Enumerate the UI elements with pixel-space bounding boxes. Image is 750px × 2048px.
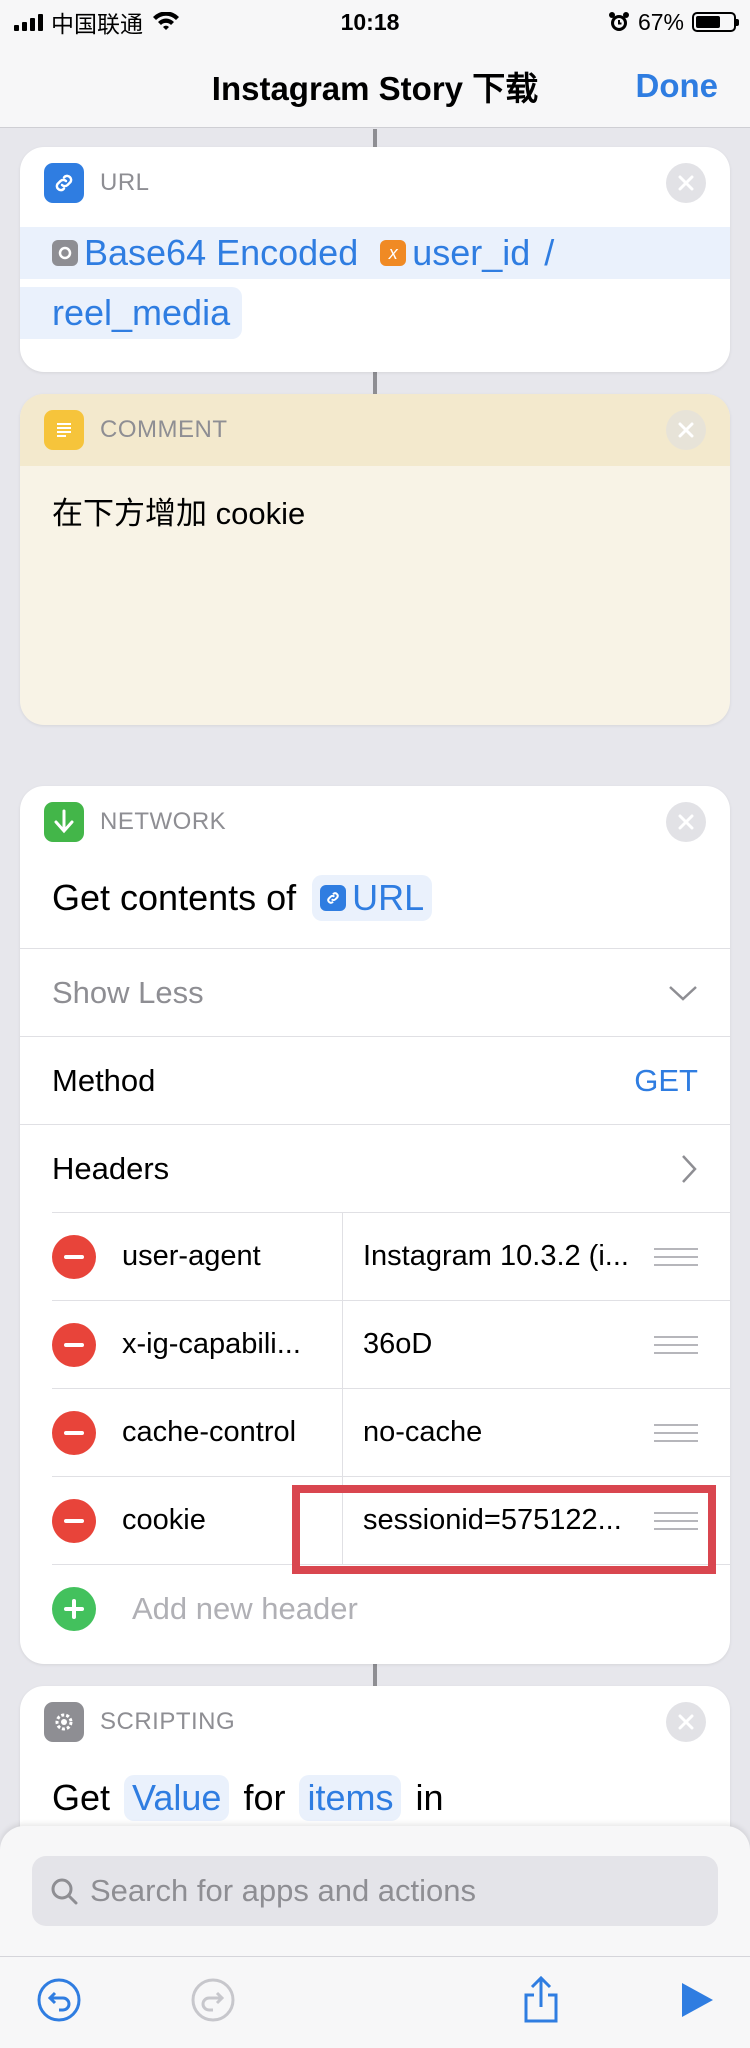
page-title: Instagram Story 下载 (211, 69, 539, 107)
add-header-label: Add new header (132, 1590, 358, 1626)
redo-button[interactable] (188, 1975, 238, 2025)
gear-icon (52, 240, 78, 266)
network-action-card[interactable]: NETWORK Get contents of URL Show Less Me… (20, 786, 730, 1664)
token-label: Base64 Encoded (84, 232, 359, 273)
comment-action-card[interactable]: COMMENT 在下方增加 cookie (20, 394, 730, 725)
method-value[interactable]: GET (634, 1063, 698, 1099)
gear-icon (44, 1702, 84, 1742)
header-value[interactable]: 36oD (363, 1328, 654, 1361)
status-bar: 中国联通 10:18 67% (0, 0, 750, 44)
done-button[interactable]: Done (636, 67, 719, 105)
navigation-bar: Instagram Story 下载 Done (0, 44, 750, 128)
header-key[interactable]: user-agent (122, 1240, 322, 1273)
remove-action-button[interactable] (666, 410, 706, 450)
close-icon (678, 814, 694, 830)
action-text: for (243, 1777, 286, 1818)
undo-icon (37, 1978, 81, 2022)
url-field-line2[interactable]: reel_media (20, 287, 243, 339)
add-header-button[interactable] (52, 1586, 96, 1631)
wifi-icon (153, 12, 179, 30)
reorder-handle-icon[interactable] (654, 1423, 698, 1442)
cellular-signal-icon (14, 13, 43, 31)
headers-row[interactable]: Headers (20, 1124, 730, 1212)
method-row[interactable]: Method GET (20, 1036, 730, 1124)
header-key[interactable]: x-ig-capabili... (122, 1328, 322, 1361)
bottom-toolbar (0, 1956, 750, 2048)
battery-percent: 67% (637, 8, 684, 35)
reorder-handle-icon[interactable] (654, 1247, 698, 1266)
clock: 10:18 (340, 8, 400, 35)
show-less-row[interactable]: Show Less (20, 948, 730, 1036)
search-icon (51, 1878, 78, 1905)
alarm-icon (608, 12, 629, 31)
action-text: Get contents of (52, 877, 297, 918)
header-value[interactable]: no-cache (363, 1416, 654, 1449)
token-label: URL (352, 877, 425, 918)
close-icon (678, 422, 694, 438)
parameter-token-value[interactable]: Value (124, 1775, 230, 1821)
bottom-sheet: Search for apps and actions (0, 1826, 750, 2048)
delete-header-button[interactable] (52, 1322, 96, 1367)
remove-action-button[interactable] (666, 1702, 706, 1742)
header-key[interactable]: cookie (122, 1504, 322, 1537)
battery-icon (692, 12, 739, 32)
url-slash: / (544, 232, 555, 273)
header-value[interactable]: sessionid=575122... (363, 1504, 654, 1537)
run-button[interactable] (672, 1975, 722, 2025)
delete-header-button[interactable] (52, 1498, 96, 1543)
remove-action-button[interactable] (666, 163, 706, 203)
variable-token-base64[interactable]: Base64 Encoded (52, 230, 367, 276)
comment-icon (44, 410, 84, 450)
method-label: Method (52, 1062, 156, 1098)
url-action-card[interactable]: URL Base64 Encoded x user_id / reel_medi… (20, 147, 730, 372)
play-icon (682, 1983, 713, 2017)
search-input[interactable]: Search for apps and actions (32, 1856, 718, 1926)
card-category: NETWORK (100, 808, 227, 835)
headers-label: Headers (52, 1150, 170, 1186)
header-row: cache-control no-cache (52, 1388, 730, 1477)
url-text: reel_media (52, 292, 231, 333)
action-text: Get (52, 1777, 111, 1818)
link-icon (44, 163, 84, 203)
header-row: cookie sessionid=575122... (52, 1476, 730, 1565)
card-category: SCRIPTING (100, 1708, 236, 1735)
chevron-down-icon (669, 985, 697, 1001)
comment-text[interactable]: 在下方增加 cookie (20, 466, 730, 555)
flow-connector (373, 129, 377, 147)
variable-token-user-id[interactable]: x user_id (372, 230, 539, 276)
header-row: x-ig-capabili... 36oD (52, 1300, 730, 1389)
variable-token-url[interactable]: URL (312, 875, 433, 921)
reorder-handle-icon[interactable] (654, 1511, 698, 1530)
delete-header-button[interactable] (52, 1234, 96, 1279)
share-icon (524, 1975, 558, 2023)
url-field[interactable]: Base64 Encoded x user_id / (20, 227, 730, 279)
reorder-handle-icon[interactable] (654, 1335, 698, 1354)
action-text: in (415, 1777, 444, 1818)
token-label: user_id (412, 232, 531, 273)
chevron-right-icon (682, 1154, 697, 1183)
header-row: user-agent Instagram 10.3.2 (i... (52, 1212, 730, 1301)
card-category: COMMENT (100, 416, 228, 443)
download-icon (44, 802, 84, 842)
header-value[interactable]: Instagram 10.3.2 (i... (363, 1240, 654, 1273)
flow-connector (373, 372, 377, 394)
undo-button[interactable] (34, 1975, 84, 2025)
parameter-token-items[interactable]: items (299, 1775, 402, 1821)
share-button[interactable] (516, 1975, 566, 2025)
carrier-label: 中国联通 (51, 11, 143, 37)
show-less-label: Show Less (52, 974, 204, 1010)
remove-action-button[interactable] (666, 802, 706, 842)
redo-icon (191, 1978, 235, 2022)
flow-connector (373, 1664, 377, 1686)
action-summary: Get contents of URL (20, 858, 730, 938)
close-icon (678, 1714, 694, 1730)
header-key[interactable]: cache-control (122, 1416, 322, 1449)
search-placeholder: Search for apps and actions (90, 1873, 477, 1908)
card-category: URL (100, 169, 150, 196)
variable-icon: x (380, 240, 407, 266)
add-header-row[interactable]: Add new header (52, 1564, 730, 1652)
close-icon (678, 175, 694, 191)
delete-header-button[interactable] (52, 1410, 96, 1455)
link-icon (320, 885, 347, 911)
